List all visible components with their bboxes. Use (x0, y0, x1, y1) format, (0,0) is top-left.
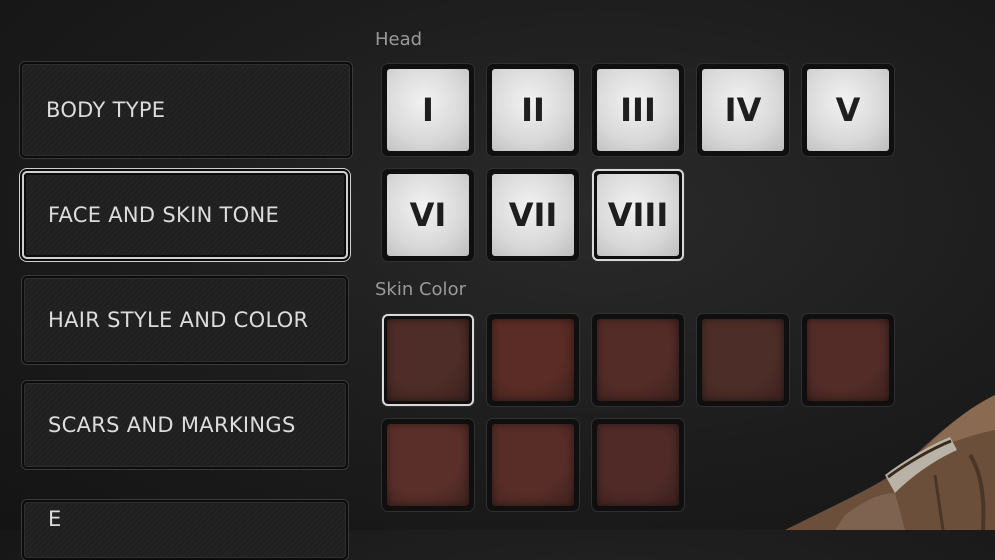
head-option-2-label: II (492, 69, 574, 151)
skin-swatch-4[interactable] (697, 314, 789, 406)
skin-color-section-label: Skin Color (375, 279, 466, 300)
head-option-1-label: I (387, 69, 469, 151)
menu-item-partial-label: E (48, 507, 62, 531)
head-option-1[interactable]: I (382, 64, 474, 156)
menu-hair-style-and-color-label: HAIR STYLE AND COLOR (48, 308, 309, 332)
skin-swatch-2[interactable] (487, 314, 579, 406)
head-option-4-label: IV (702, 69, 784, 151)
menu-face-and-skin-tone-label: FACE AND SKIN TONE (48, 203, 280, 227)
skin-swatch-6-color (387, 424, 469, 506)
menu-scars-and-markings-label: SCARS AND MARKINGS (48, 413, 296, 437)
menu-hair-style-and-color[interactable]: HAIR STYLE AND COLOR (22, 276, 348, 364)
skin-swatch-6[interactable] (382, 419, 474, 511)
head-option-3-label: III (597, 69, 679, 151)
skin-swatch-1[interactable] (382, 314, 474, 406)
head-option-6[interactable]: VI (382, 169, 474, 261)
skin-swatch-3-color (597, 319, 679, 401)
skin-swatch-1-color (387, 319, 469, 401)
head-option-5-label: V (807, 69, 889, 151)
skin-swatch-7[interactable] (487, 419, 579, 511)
menu-face-and-skin-tone[interactable]: FACE AND SKIN TONE (22, 171, 348, 259)
head-option-8[interactable]: VIII (592, 169, 684, 261)
menu-item-partial[interactable]: E (22, 500, 348, 560)
head-section-label: Head (375, 29, 423, 50)
skin-swatch-8[interactable] (592, 419, 684, 511)
head-option-8-label: VIII (597, 174, 679, 256)
head-option-3[interactable]: III (592, 64, 684, 156)
skin-swatch-3[interactable] (592, 314, 684, 406)
head-option-7-label: VII (492, 174, 574, 256)
character-preview (785, 395, 995, 530)
head-option-5[interactable]: V (802, 64, 894, 156)
head-option-7[interactable]: VII (487, 169, 579, 261)
menu-body-type[interactable]: BODY TYPE (20, 62, 352, 158)
menu-scars-and-markings[interactable]: SCARS AND MARKINGS (22, 381, 348, 469)
skin-swatch-7-color (492, 424, 574, 506)
skin-swatch-4-color (702, 319, 784, 401)
skin-swatch-8-color (597, 424, 679, 506)
head-option-4[interactable]: IV (697, 64, 789, 156)
head-option-6-label: VI (387, 174, 469, 256)
head-option-2[interactable]: II (487, 64, 579, 156)
skin-swatch-2-color (492, 319, 574, 401)
menu-body-type-label: BODY TYPE (46, 98, 166, 122)
